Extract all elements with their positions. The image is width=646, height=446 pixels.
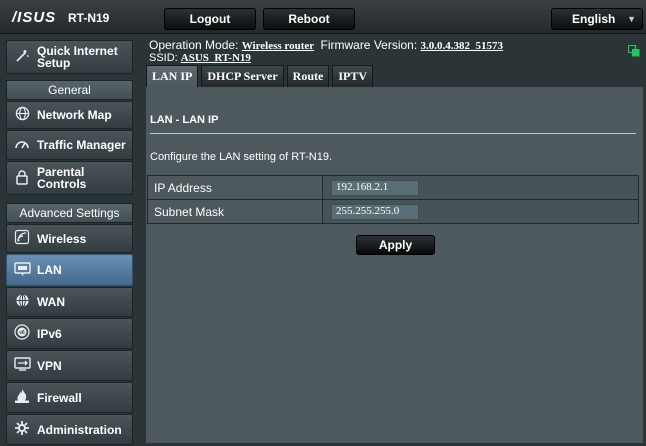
ssid-link[interactable]: ASUS_RT-N19 [181, 52, 251, 64]
wizard-icon [7, 48, 37, 67]
firmware-version-link[interactable]: 3.0.0.4.382_51573 [421, 40, 504, 52]
vpn-icon [7, 357, 37, 374]
sidebar-item-vpn[interactable]: VPN [6, 350, 133, 381]
sidebar-item-label: Administration [37, 422, 122, 437]
table-row: Subnet Mask 255.255.255.0 [147, 199, 639, 224]
ssid-line: SSID: ASUS_RT-N19 [149, 52, 251, 64]
tab-lan-ip[interactable]: LAN IP [146, 65, 199, 87]
page-title: LAN - LAN IP [150, 114, 219, 126]
lan-icon [7, 261, 37, 279]
sidebar: Quick Internet Setup General Network Map… [0, 34, 140, 446]
main-content: Operation Mode: Wireless router Firmware… [140, 34, 646, 446]
tab-bar: LAN IP DHCP Server Route IPTV [146, 65, 373, 87]
subnet-mask-label: Subnet Mask [147, 199, 323, 224]
ipv6-icon: v6 [7, 324, 37, 343]
sidebar-item-quick-internet-setup[interactable]: Quick Internet Setup [6, 40, 133, 74]
tab-iptv[interactable]: IPTV [332, 65, 373, 87]
model-name: RT-N19 [68, 11, 110, 25]
network-status-icon[interactable] [627, 44, 640, 57]
wan-globe-icon [7, 293, 37, 311]
sidebar-item-label: Quick Internet Setup [37, 44, 118, 70]
sidebar-item-lan[interactable]: LAN [6, 254, 133, 286]
subnet-mask-input[interactable]: 255.255.255.0 [331, 203, 419, 220]
sidebar-item-firewall[interactable]: Firewall [6, 382, 133, 413]
sidebar-item-label: WAN [37, 295, 65, 309]
page-description: Configure the LAN setting of RT-N19. [150, 151, 333, 163]
gauge-icon [7, 137, 37, 154]
sidebar-item-label: Traffic Manager [37, 138, 126, 152]
operation-mode-label: Operation Mode: [149, 38, 239, 52]
lan-ip-panel: LAN - LAN IP Configure the LAN setting o… [146, 87, 643, 443]
sidebar-item-label: Firewall [37, 390, 82, 405]
sidebar-item-parental-controls[interactable]: Parental Controls [6, 161, 133, 195]
sidebar-item-label: Wireless [37, 231, 87, 246]
advanced-settings-section-header: Advanced Settings [6, 203, 133, 223]
sidebar-item-wireless[interactable]: Wireless [6, 224, 133, 253]
general-section-header: General [6, 80, 133, 100]
sidebar-item-label: LAN [37, 263, 62, 277]
sidebar-item-traffic-manager[interactable]: Traffic Manager [6, 130, 133, 160]
fire-icon [7, 388, 37, 407]
sidebar-item-label: Parental Controls [37, 165, 87, 191]
firmware-label: Firmware Version: [320, 38, 418, 52]
table-row: IP Address 192.168.2.1 [147, 175, 639, 200]
admin-icon [7, 420, 37, 439]
status-line: Operation Mode: Wireless router Firmware… [149, 38, 503, 52]
wireless-icon [7, 229, 37, 248]
sidebar-item-network-map[interactable]: Network Map [6, 101, 133, 129]
title-divider [150, 133, 636, 134]
apply-button[interactable]: Apply [356, 235, 435, 255]
sidebar-item-label: Network Map [37, 108, 112, 122]
sidebar-item-label: IPv6 [37, 326, 62, 341]
logout-button[interactable]: Logout [164, 8, 256, 30]
ip-address-input[interactable]: 192.168.2.1 [331, 179, 419, 196]
lan-settings-table: IP Address 192.168.2.1 Subnet Mask 255.2… [147, 175, 639, 224]
language-select[interactable]: English ▼ [551, 8, 643, 30]
lock-icon [7, 169, 37, 188]
reboot-button[interactable]: Reboot [263, 8, 355, 30]
sidebar-item-ipv6[interactable]: v6 IPv6 [6, 318, 133, 349]
chevron-down-icon: ▼ [627, 14, 636, 24]
asus-logo: /ISUS [12, 9, 57, 26]
subnet-mask-cell: 255.255.255.0 [322, 199, 639, 224]
tab-dhcp-server[interactable]: DHCP Server [201, 65, 284, 87]
operation-mode-link[interactable]: Wireless router [242, 40, 314, 52]
sidebar-item-administration[interactable]: Administration [6, 414, 133, 445]
tab-route[interactable]: Route [286, 65, 330, 87]
ip-address-label: IP Address [147, 175, 323, 200]
sidebar-item-wan[interactable]: WAN [6, 287, 133, 317]
ip-address-cell: 192.168.2.1 [322, 175, 639, 200]
language-value: English [572, 12, 616, 26]
svg-text:v6: v6 [19, 330, 25, 336]
top-bar: /ISUS RT-N19 Logout Reboot English ▼ [0, 0, 646, 34]
sidebar-item-label: VPN [37, 358, 62, 373]
globe-icon [7, 106, 37, 124]
ssid-label: SSID: [149, 52, 178, 64]
